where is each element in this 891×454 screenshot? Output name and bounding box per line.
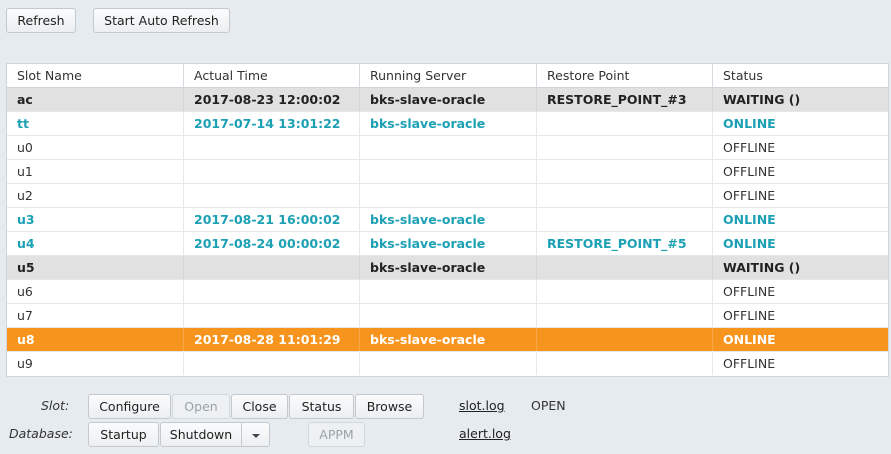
- actual-time-cell: 2017-07-14 13:01:22: [184, 112, 360, 135]
- header-actual-time[interactable]: Actual Time: [184, 64, 360, 87]
- status-cell: WAITING (): [723, 92, 801, 107]
- table-row[interactable]: u7 OFFLINE: [7, 304, 888, 328]
- restore-point-cell: [537, 112, 713, 135]
- close-button[interactable]: Close: [231, 394, 288, 419]
- slot-name-cell: u1: [7, 160, 184, 183]
- status-button[interactable]: Status: [289, 394, 354, 419]
- status-cell: OFFLINE: [723, 284, 776, 299]
- status-cell: ONLINE: [723, 332, 776, 347]
- table-row[interactable]: u3 2017-08-21 16:00:02 bks-slave-oracle ONL…: [7, 208, 888, 232]
- actual-time-cell: 2017-08-21 16:00:02: [184, 208, 360, 231]
- open-button[interactable]: Open: [172, 394, 230, 419]
- header-status[interactable]: Status: [713, 64, 888, 87]
- running-server-cell: [360, 304, 537, 327]
- configure-button[interactable]: Configure: [88, 394, 171, 419]
- slot-name-cell: u6: [7, 280, 184, 303]
- restore-point-cell: [537, 280, 713, 303]
- header-running-server[interactable]: Running Server: [360, 64, 537, 87]
- browse-button[interactable]: Browse: [355, 394, 424, 419]
- running-server-cell: bks-slave-oracle: [360, 88, 537, 111]
- restore-point-cell: [537, 208, 713, 231]
- running-server-cell: [360, 160, 537, 183]
- actual-time-cell: [184, 304, 360, 327]
- status-cell: ONLINE: [723, 236, 776, 251]
- actual-time-cell: [184, 160, 360, 183]
- restore-point-cell: [537, 328, 713, 351]
- slot-name-cell: u9: [7, 352, 184, 375]
- table-row[interactable]: u6 OFFLINE: [7, 280, 888, 304]
- slot-name-cell: tt: [7, 112, 184, 135]
- table-row[interactable]: u5 bks-slave-oracle WAITING (): [7, 256, 888, 280]
- table-header: Slot Name Actual Time Running Server Res…: [7, 64, 888, 88]
- actual-time-cell: 2017-08-23 12:00:02: [184, 88, 360, 111]
- running-server-cell: bks-slave-oracle: [360, 232, 537, 255]
- table-row[interactable]: u9 OFFLINE: [7, 352, 888, 376]
- running-server-cell: [360, 352, 537, 375]
- restore-point-cell: [537, 256, 713, 279]
- table-row[interactable]: tt 2017-07-14 13:01:22 bks-slave-oracle ONL…: [7, 112, 888, 136]
- running-server-cell: bks-slave-oracle: [360, 208, 537, 231]
- slot-label: Slot:: [41, 398, 70, 413]
- refresh-button[interactable]: Refresh: [6, 8, 76, 33]
- status-cell: OFFLINE: [723, 188, 776, 203]
- status-cell: OFFLINE: [723, 164, 776, 179]
- table-body: ac 2017-08-23 12:00:02 bks-slave-oracle RES…: [7, 88, 888, 376]
- table-row[interactable]: u2 OFFLINE: [7, 184, 888, 208]
- slot-name-cell: ac: [7, 88, 184, 111]
- table-row[interactable]: u4 2017-08-24 00:00:02 bks-slave-oracle RES…: [7, 232, 888, 256]
- startup-button[interactable]: Startup: [88, 422, 159, 447]
- slot-name-cell: u7: [7, 304, 184, 327]
- running-server-cell: [360, 136, 537, 159]
- table-row[interactable]: u1 OFFLINE: [7, 160, 888, 184]
- header-slot-name[interactable]: Slot Name: [7, 64, 184, 87]
- running-server-cell: [360, 184, 537, 207]
- table-row[interactable]: ac 2017-08-23 12:00:02 bks-slave-oracle RES…: [7, 88, 888, 112]
- restore-point-cell: [537, 136, 713, 159]
- actual-time-cell: [184, 280, 360, 303]
- actual-time-cell: 2017-08-28 11:01:29: [184, 328, 360, 351]
- actual-time-cell: [184, 352, 360, 375]
- slot-state-text: OPEN: [531, 398, 566, 413]
- restore-point-cell: [537, 352, 713, 375]
- status-cell: OFFLINE: [723, 140, 776, 155]
- restore-point-cell: [537, 160, 713, 183]
- start-auto-refresh-button[interactable]: Start Auto Refresh: [93, 8, 230, 33]
- slot-name-cell: u5: [7, 256, 184, 279]
- actual-time-cell: 2017-08-24 00:00:02: [184, 232, 360, 255]
- actual-time-cell: [184, 136, 360, 159]
- slot-name-cell: u3: [7, 208, 184, 231]
- database-label: Database:: [9, 426, 73, 441]
- actual-time-cell: [184, 184, 360, 207]
- shutdown-button[interactable]: Shutdown: [160, 422, 242, 447]
- status-cell: OFFLINE: [723, 308, 776, 323]
- table-row[interactable]: u0 OFFLINE: [7, 136, 888, 160]
- table-row[interactable]: u8 2017-08-28 11:01:29 bks-slave-oracle ONL…: [7, 328, 888, 352]
- slot-name-cell: u0: [7, 136, 184, 159]
- running-server-cell: bks-slave-oracle: [360, 256, 537, 279]
- appm-button[interactable]: APPM: [308, 422, 365, 447]
- running-server-cell: bks-slave-oracle: [360, 112, 537, 135]
- shutdown-split-button: Shutdown: [160, 422, 270, 447]
- restore-point-cell: RESTORE_POINT_#3: [537, 88, 713, 111]
- running-server-cell: bks-slave-oracle: [360, 328, 537, 351]
- slot-log-link[interactable]: slot.log: [459, 398, 505, 413]
- slot-name-cell: u8: [7, 328, 184, 351]
- shutdown-menu-button[interactable]: [241, 422, 270, 447]
- header-restore-point[interactable]: Restore Point: [537, 64, 713, 87]
- alert-log-link[interactable]: alert.log: [459, 426, 511, 441]
- status-cell: ONLINE: [723, 116, 776, 131]
- slot-name-cell: u4: [7, 232, 184, 255]
- restore-point-cell: [537, 304, 713, 327]
- running-server-cell: [360, 280, 537, 303]
- restore-point-cell: [537, 184, 713, 207]
- chevron-down-icon: [251, 433, 260, 438]
- slots-table: Slot Name Actual Time Running Server Res…: [6, 63, 889, 377]
- slot-name-cell: u2: [7, 184, 184, 207]
- restore-point-cell: RESTORE_POINT_#5: [537, 232, 713, 255]
- status-cell: ONLINE: [723, 212, 776, 227]
- actual-time-cell: [184, 256, 360, 279]
- status-cell: WAITING (): [723, 260, 801, 275]
- status-cell: OFFLINE: [723, 356, 776, 371]
